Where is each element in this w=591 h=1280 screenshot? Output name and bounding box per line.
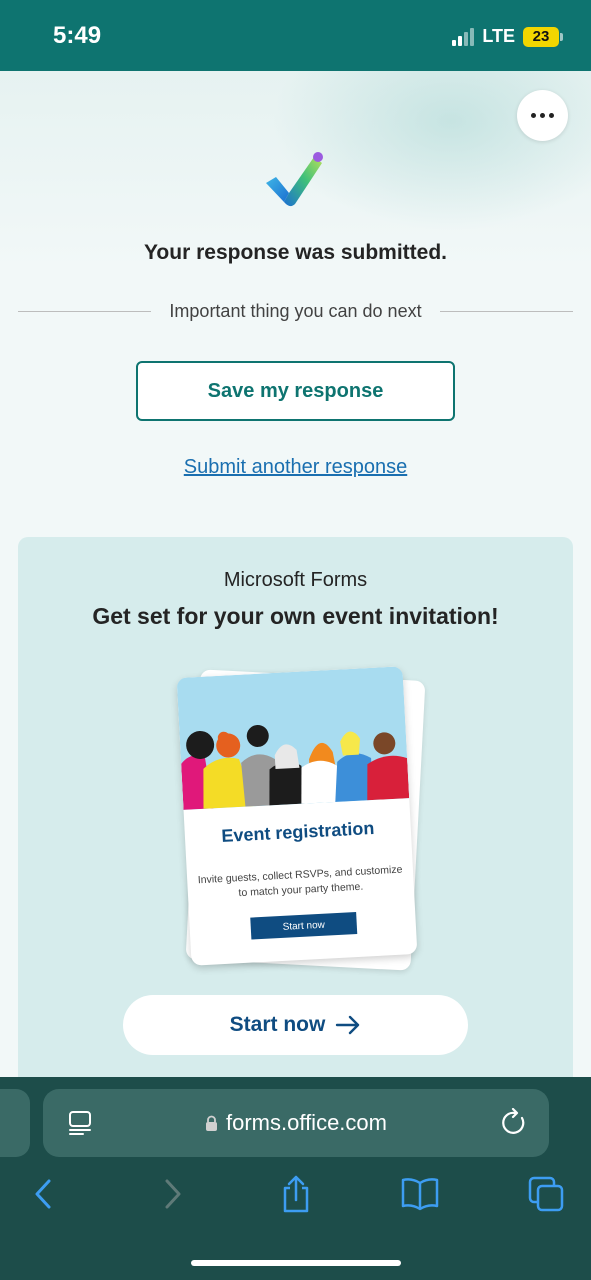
start-now-button[interactable]: Start now <box>123 995 468 1055</box>
page-title: Your response was submitted. <box>143 241 447 264</box>
share-button[interactable] <box>276 1172 316 1216</box>
bookmarks-icon <box>401 1178 439 1211</box>
tabs-icon <box>528 1176 564 1212</box>
home-indicator[interactable] <box>191 1260 401 1266</box>
promo-heading: Get set for your own event invitation! <box>92 603 499 629</box>
next-steps-label: Important thing you can do next <box>169 301 422 321</box>
back-icon <box>35 1179 51 1209</box>
more-options-button[interactable] <box>517 90 568 141</box>
promo-panel: Microsoft Forms Get set for your own eve… <box>18 537 573 1077</box>
reload-icon[interactable] <box>501 1108 529 1138</box>
back-button[interactable] <box>24 1172 64 1216</box>
forward-icon <box>165 1179 181 1209</box>
save-response-button[interactable]: Save my response <box>136 361 455 421</box>
battery-level: 23 <box>523 26 559 47</box>
battery-icon: 23 <box>523 26 563 47</box>
address-bar[interactable]: forms.office.com <box>43 1089 549 1157</box>
template-card: Event registration Invite guests, collec… <box>176 666 418 966</box>
signal-icon <box>452 27 475 46</box>
submit-another-link[interactable]: Submit another response <box>0 456 591 479</box>
bookmarks-button[interactable] <box>400 1172 440 1216</box>
arrow-right-icon <box>336 1015 360 1035</box>
tabs-button[interactable] <box>526 1172 566 1216</box>
lock-icon <box>206 1115 217 1131</box>
checkmark-icon <box>266 152 323 207</box>
network-type: LTE <box>482 26 515 46</box>
url-display[interactable]: forms.office.com <box>43 1089 549 1157</box>
next-steps-divider: Important thing you can do next <box>18 301 574 322</box>
status-time: 5:49 <box>53 22 102 49</box>
browser-chrome: forms.office.com <box>0 1077 591 1280</box>
browser-toolbar <box>0 1172 591 1222</box>
page-content: Your response was submitted. Important t… <box>0 71 591 1077</box>
share-icon <box>283 1175 309 1213</box>
card-start-button: Start now <box>250 912 358 940</box>
status-indicators: LTE 23 <box>452 26 563 47</box>
card-description: Invite guests, collect RSVPs, and custom… <box>197 863 403 900</box>
promo-brand: Microsoft Forms <box>223 569 368 591</box>
status-bar: 5:49 LTE 23 <box>0 0 591 71</box>
previous-tab-peek[interactable] <box>0 1089 30 1157</box>
people-illustration <box>176 666 410 810</box>
card-title: Event registration <box>220 817 375 846</box>
forward-button[interactable] <box>152 1172 192 1216</box>
url-text: forms.office.com <box>226 1110 387 1135</box>
start-now-label: Start now <box>229 1013 326 1036</box>
